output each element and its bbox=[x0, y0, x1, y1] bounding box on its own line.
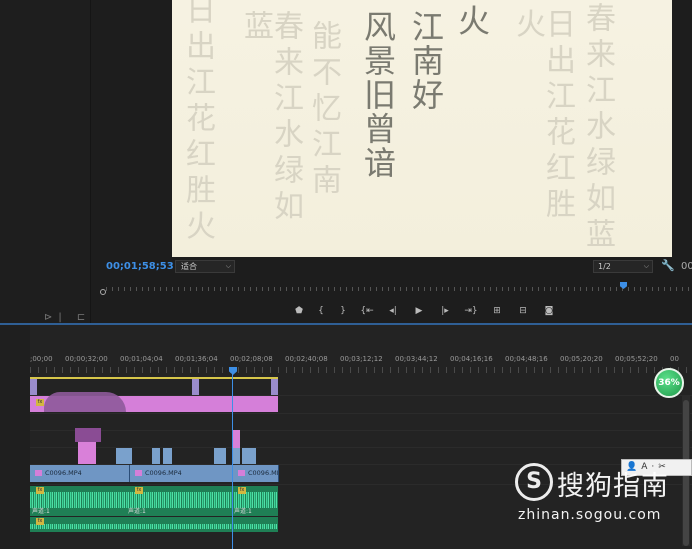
fx-badge bbox=[135, 470, 142, 476]
ruler-label: 00;01;36;04 bbox=[175, 355, 218, 363]
ruler-ticks bbox=[30, 367, 692, 373]
clip-name: C0096.MP4 bbox=[145, 469, 182, 477]
fx-badge: fx bbox=[36, 399, 44, 406]
small-video-clip[interactable] bbox=[116, 448, 132, 464]
fx-badge bbox=[35, 470, 42, 476]
go-to-in-button[interactable]: {⇤ bbox=[354, 304, 380, 318]
graphic-clip[interactable] bbox=[78, 442, 96, 464]
export-frame-icon[interactable]: ◙ bbox=[536, 304, 562, 318]
track-separator bbox=[30, 430, 692, 431]
ruler-label: 00;04;16;16 bbox=[450, 355, 493, 363]
fx-badge bbox=[238, 470, 245, 476]
audio-clip[interactable]: fx bbox=[30, 517, 278, 532]
audio-channel-label: 声道:1 bbox=[128, 508, 146, 515]
fx-badge: fx bbox=[135, 487, 143, 494]
wrench-icon[interactable]: 🔧 bbox=[661, 259, 675, 272]
video-clip[interactable]: C0096.MP4 bbox=[233, 465, 279, 482]
panel-footer-icons[interactable]: ⊳| ⊏ bbox=[44, 312, 91, 323]
clip-marker[interactable] bbox=[192, 379, 199, 395]
fx-badge: fx bbox=[36, 487, 44, 494]
mark-in-button[interactable]: { bbox=[310, 304, 332, 318]
scrub-start-handle[interactable] bbox=[100, 289, 106, 295]
sogou-logo: S bbox=[515, 463, 553, 501]
small-video-clip[interactable] bbox=[163, 448, 172, 464]
clip-marker[interactable] bbox=[30, 379, 37, 395]
clip-overlay-shape bbox=[44, 392, 126, 412]
watermark-text: 搜狗指南 bbox=[557, 471, 669, 502]
small-video-clip[interactable] bbox=[232, 448, 240, 464]
monitor-scrub-ruler[interactable] bbox=[106, 287, 692, 291]
poem-dark-column: 江南好 bbox=[407, 10, 445, 112]
ruler-label: 00;03;44;12 bbox=[395, 355, 438, 363]
poem-faint-column: 春来江水绿如蓝 bbox=[580, 2, 615, 254]
ruler-label: 00;01;04;04 bbox=[120, 355, 163, 363]
transport-controls: ⬟ { } {⇤ ◂| ▶ |▸ ⇥} ⊞ ⊟ ◙ bbox=[288, 304, 562, 318]
playback-resolution-dropdown[interactable]: 1/2 ⌵ bbox=[593, 260, 653, 273]
video-clip[interactable]: C0096.MP4 bbox=[130, 465, 233, 482]
track-headers bbox=[0, 325, 30, 549]
clip-marker[interactable] bbox=[271, 379, 278, 395]
graphic-clip[interactable] bbox=[75, 428, 101, 442]
poem-faint-column: 日出江花红胜火 bbox=[180, 0, 215, 246]
graphic-clip[interactable] bbox=[232, 430, 240, 448]
step-back-button[interactable]: ◂| bbox=[380, 304, 406, 318]
poem-dark-column: 风景旧曾谙 bbox=[359, 10, 397, 180]
zoom-fit-value: 适合 bbox=[181, 262, 197, 271]
work-area-bar[interactable] bbox=[30, 377, 278, 379]
fx-badge: fx bbox=[238, 487, 246, 494]
ruler-label: 00;04;48;16 bbox=[505, 355, 548, 363]
small-video-clip[interactable] bbox=[152, 448, 160, 464]
small-video-clip[interactable] bbox=[214, 448, 226, 464]
duration-timecode: 00 bbox=[681, 261, 692, 272]
audio-channel-label: 声道:1 bbox=[234, 508, 252, 515]
ruler-label: 00;00;32;00 bbox=[65, 355, 108, 363]
ruler-label: 00;05;20;20 bbox=[560, 355, 603, 363]
ruler-label: 00 bbox=[670, 355, 679, 363]
ruler-label: 00;05;52;20 bbox=[615, 355, 658, 363]
zoom-fit-dropdown[interactable]: 适合 ⌵ bbox=[175, 260, 235, 273]
poem-faint-column: 春来江水绿如蓝 bbox=[238, 10, 303, 226]
ruler-label: 00;02;40;08 bbox=[285, 355, 328, 363]
extract-button[interactable]: ⊟ bbox=[510, 304, 536, 318]
audio-waveform bbox=[30, 524, 278, 529]
lift-button[interactable]: ⊞ bbox=[484, 304, 510, 318]
audio-clip[interactable]: fx fx fx 声道:1 声道:1 声道:1 bbox=[30, 486, 278, 516]
poem-faint-column: 日出江花红胜火 bbox=[510, 8, 575, 224]
video-clip[interactable]: C0096.MP4 bbox=[30, 465, 130, 482]
track-separator bbox=[30, 413, 692, 414]
ruler-label: 00;02;08;08 bbox=[230, 355, 273, 363]
poem-dark-char: 火 bbox=[453, 4, 491, 38]
add-marker-button[interactable]: ⬟ bbox=[288, 304, 310, 318]
video-preview: 日出江花红胜火 春来江水绿如蓝 能不忆江南 风景旧曾谙 江南好 火 日出江花红胜… bbox=[172, 0, 672, 257]
clip-name: C0096.MP4 bbox=[45, 469, 82, 477]
chevron-down-icon: ⌵ bbox=[225, 262, 231, 270]
ruler-label: ;00;00 bbox=[30, 355, 53, 363]
audio-channel-label: 声道:1 bbox=[32, 508, 50, 515]
small-video-clip[interactable] bbox=[242, 448, 256, 464]
percent-badge[interactable]: 36% bbox=[654, 368, 684, 398]
go-to-out-button[interactable]: ⇥} bbox=[458, 304, 484, 318]
mark-out-button[interactable]: } bbox=[332, 304, 354, 318]
step-forward-button[interactable]: |▸ bbox=[432, 304, 458, 318]
watermark-url: zhinan.sogou.com bbox=[518, 507, 662, 523]
timeline-playhead-line bbox=[232, 373, 233, 549]
ruler-label: 00;03;12;12 bbox=[340, 355, 383, 363]
resolution-value: 1/2 bbox=[598, 262, 611, 271]
chevron-down-icon: ⌵ bbox=[643, 262, 649, 270]
fx-badge: fx bbox=[36, 518, 44, 525]
project-panel bbox=[0, 0, 91, 323]
play-button[interactable]: ▶ bbox=[406, 304, 432, 318]
poem-faint-column: 能不忆江南 bbox=[306, 20, 341, 200]
clip-name: C0096.MP4 bbox=[248, 469, 278, 477]
playhead-timecode[interactable]: 00;01;58;53 bbox=[106, 261, 174, 272]
